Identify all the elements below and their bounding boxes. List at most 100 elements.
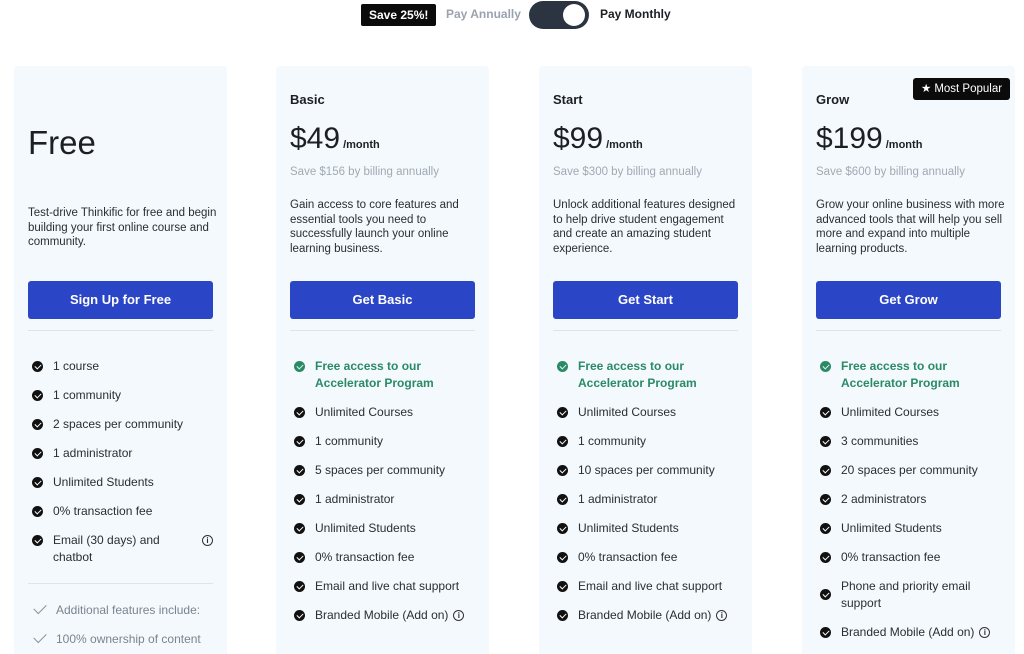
divider [553,330,738,331]
feature-item: 1 administrator [553,491,743,508]
billing-toggle[interactable] [529,1,589,29]
feature-item: 2 spaces per community [28,416,218,433]
info-icon[interactable]: i [202,535,213,546]
plan-name: Basic [290,92,325,107]
feature-item: Branded Mobile (Add on) i [816,624,1006,641]
check-icon [294,436,305,447]
feature-item: Unlimited Students [290,520,480,537]
feature-item: 1 administrator [290,491,480,508]
feature-item: 2 administrators [816,491,1006,508]
price-period: /month [885,139,923,151]
annual-saving: Save $156 by billing annually [290,166,439,178]
check-icon [294,581,305,592]
feature-list: Free access to our Accelerator Program U… [553,358,743,636]
feature-list: Free access to our Accelerator Program U… [290,358,480,636]
additional-features-list: Additional features include: 100% owners… [28,583,213,654]
check-icon [557,523,568,534]
info-icon[interactable]: i [979,627,991,638]
feature-item-accelerator: Free access to our Accelerator Program [290,358,480,392]
check-icon [820,361,831,372]
feature-item: Unlimited Students [553,520,743,537]
check-icon [32,419,43,430]
most-popular-badge: ★ Most Popular [913,78,1011,100]
divider [28,330,213,331]
check-icon [820,407,831,418]
feature-item: 5 spaces per community [290,462,480,479]
check-icon [557,407,568,418]
plan-description: Test-drive Thinkific for free and begin … [28,207,217,248]
feature-item: 0% transaction fee [553,549,743,566]
get-basic-button[interactable]: Get Basic [290,281,475,319]
divider [816,330,1001,331]
check-icon [820,436,831,447]
plan-price: $49 [290,122,341,155]
check-icon [557,552,568,563]
toggle-knob [563,4,585,26]
check-icon [820,552,831,563]
feature-item: 1 community [28,387,218,404]
check-icon [294,465,305,476]
price-line: $199 /month [816,122,922,156]
feature-item: Unlimited Students [28,474,218,491]
info-icon[interactable]: i [716,610,728,621]
most-popular-label: Most Popular [934,83,1003,95]
check-icon [32,390,43,401]
check-icon [294,610,305,621]
plan-card-free: Free Test-drive Thinkific for free and b… [14,66,227,654]
feature-item: Unlimited Courses [816,404,1006,421]
price-period: /month [606,139,643,151]
check-icon [32,448,43,459]
star-icon: ★ [921,83,932,95]
additional-feature-item: 100% ownership of content [28,629,213,648]
annual-saving: Save $600 by billing annually [816,166,965,178]
check-icon [557,465,568,476]
check-icon [294,494,305,505]
check-icon [557,581,568,592]
feature-item: 1 course [28,358,218,375]
plan-description: Grow your online business with more adva… [816,199,1005,255]
info-icon[interactable]: i [453,610,465,621]
feature-item: 3 communities [816,433,1006,450]
feature-item-accelerator: Free access to our Accelerator Program [553,358,743,392]
plan-description: Unlock additional features designed to h… [553,199,736,255]
plan-price: $99 [553,122,604,155]
check-icon [557,361,568,372]
pay-monthly-label[interactable]: Pay Monthly [600,7,671,21]
billing-toggle-row: Save 25%! Pay Annually Pay Monthly [0,0,1024,30]
check-icon [32,361,43,372]
feature-item: Branded Mobile (Add on) i [290,607,480,624]
plan-card-basic: Basic $49 /month Save $156 by billing an… [276,66,489,654]
sign-up-free-button[interactable]: Sign Up for Free [28,281,213,319]
feature-item: Unlimited Courses [290,404,480,421]
additional-feature-item: Additional features include: [28,600,213,619]
feature-item-accelerator: Free access to our Accelerator Program [816,358,1006,392]
annual-saving: Save $300 by billing annually [553,166,702,178]
get-start-button[interactable]: Get Start [553,281,738,319]
save-badge: Save 25%! [361,4,437,26]
feature-item: Unlimited Students [816,520,1006,537]
feature-item: Unlimited Courses [553,404,743,421]
price-line: $99 /month [553,122,643,156]
check-icon [294,361,305,372]
feature-item: 1 administrator [28,445,218,462]
feature-list: Free access to our Accelerator Program U… [816,358,1006,653]
check-icon [820,494,831,505]
check-icon [557,494,568,505]
check-icon [557,610,568,621]
feature-item: 1 community [553,433,743,450]
feature-item: 1 community [290,433,480,450]
check-icon [33,629,47,644]
feature-item: Email and live chat support [290,578,480,595]
check-icon [557,436,568,447]
feature-item: 10 spaces per community [553,462,743,479]
get-grow-button[interactable]: Get Grow [816,281,1001,319]
feature-item: Email (30 days) and chatbot i [28,532,218,566]
divider [290,330,475,331]
plan-name: Start [553,92,583,107]
plan-price: $199 [816,122,883,155]
feature-item: Email and live chat support [553,578,743,595]
plan-card-start: Start $99 /month Save $300 by billing an… [539,66,752,654]
plan-description: Gain access to core features and essenti… [290,199,459,255]
check-icon [820,589,831,600]
pay-annually-label[interactable]: Pay Annually [446,7,521,21]
